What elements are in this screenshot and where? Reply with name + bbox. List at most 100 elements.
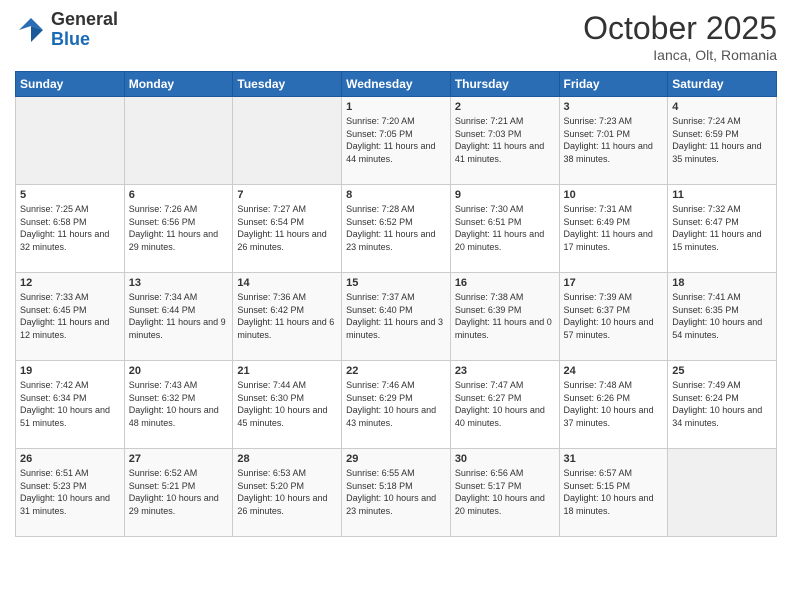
day-info: Sunrise: 7:48 AM Sunset: 6:26 PM Dayligh… [564, 379, 664, 429]
weekday-header-row: SundayMondayTuesdayWednesdayThursdayFrid… [16, 72, 777, 97]
day-number: 26 [20, 453, 120, 465]
calendar-cell: 20Sunrise: 7:43 AM Sunset: 6:32 PM Dayli… [124, 361, 233, 449]
day-info: Sunrise: 7:31 AM Sunset: 6:49 PM Dayligh… [564, 203, 664, 253]
calendar-week-row: 26 Sunrise: 6:51 AM Sunset: 5:23 PM Dayli… [16, 449, 777, 537]
weekday-header-wednesday: Wednesday [342, 72, 451, 97]
day-info: Sunrise: 7:20 AM Sunset: 7:05 PM Dayligh… [346, 115, 446, 165]
calendar-cell: 29Sunrise: 6:55 AM Sunset: 5:18 PM Dayli… [342, 449, 451, 537]
day-number: 23 [455, 365, 555, 377]
day-info: Sunrise: 7:28 AM Sunset: 6:52 PM Dayligh… [346, 203, 446, 253]
calendar-cell [668, 449, 777, 537]
day-info: Sunrise: 7:42 AM Sunset: 6:34 PM Dayligh… [20, 379, 120, 429]
day-number: 18 [672, 277, 772, 289]
weekday-header-saturday: Saturday [668, 72, 777, 97]
calendar-cell: 22Sunrise: 7:46 AM Sunset: 6:29 PM Dayli… [342, 361, 451, 449]
calendar-week-row: 5 Sunrise: 7:25 AM Sunset: 6:58 PM Daylig… [16, 185, 777, 273]
weekday-header-monday: Monday [124, 72, 233, 97]
day-number: 5 [20, 189, 120, 201]
day-number: 15 [346, 277, 446, 289]
day-info: Sunrise: 7:23 AM Sunset: 7:01 PM Dayligh… [564, 115, 664, 165]
day-info: Sunrise: 7:32 AM Sunset: 6:47 PM Dayligh… [672, 203, 772, 253]
day-info: Sunrise: 7:25 AM Sunset: 6:58 PM Dayligh… [20, 203, 120, 253]
weekday-header-thursday: Thursday [450, 72, 559, 97]
calendar-cell: 15Sunrise: 7:37 AM Sunset: 6:40 PM Dayli… [342, 273, 451, 361]
day-info: Sunrise: 7:47 AM Sunset: 6:27 PM Dayligh… [455, 379, 555, 429]
day-number: 30 [455, 453, 555, 465]
calendar-cell: 8 Sunrise: 7:28 AM Sunset: 6:52 PM Daylig… [342, 185, 451, 273]
day-number: 28 [237, 453, 337, 465]
calendar-cell: 23 Sunrise: 7:47 AM Sunset: 6:27 PM Dayli… [450, 361, 559, 449]
calendar-cell: 26 Sunrise: 6:51 AM Sunset: 5:23 PM Dayli… [16, 449, 125, 537]
day-info: Sunrise: 7:38 AM Sunset: 6:39 PM Dayligh… [455, 291, 555, 341]
day-number: 25 [672, 365, 772, 377]
calendar-cell: 18 Sunrise: 7:41 AM Sunset: 6:35 PM Dayli… [668, 273, 777, 361]
calendar-table: SundayMondayTuesdayWednesdayThursdayFrid… [15, 71, 777, 537]
calendar-cell: 1Sunrise: 7:20 AM Sunset: 7:05 PM Daylig… [342, 97, 451, 185]
calendar-cell [16, 97, 125, 185]
day-number: 21 [237, 365, 337, 377]
day-info: Sunrise: 7:24 AM Sunset: 6:59 PM Dayligh… [672, 115, 772, 165]
calendar-cell: 14 Sunrise: 7:36 AM Sunset: 6:42 PM Dayli… [233, 273, 342, 361]
calendar-cell: 28 Sunrise: 6:53 AM Sunset: 5:20 PM Dayli… [233, 449, 342, 537]
day-number: 11 [672, 189, 772, 201]
calendar-cell: 6 Sunrise: 7:26 AM Sunset: 6:56 PM Daylig… [124, 185, 233, 273]
day-info: Sunrise: 6:52 AM Sunset: 5:21 PM Dayligh… [129, 467, 229, 517]
weekday-header-friday: Friday [559, 72, 668, 97]
day-info: Sunrise: 6:51 AM Sunset: 5:23 PM Dayligh… [20, 467, 120, 517]
weekday-header-tuesday: Tuesday [233, 72, 342, 97]
day-info: Sunrise: 7:41 AM Sunset: 6:35 PM Dayligh… [672, 291, 772, 341]
day-info: Sunrise: 7:46 AM Sunset: 6:29 PM Dayligh… [346, 379, 446, 429]
calendar-cell: 7Sunrise: 7:27 AM Sunset: 6:54 PM Daylig… [233, 185, 342, 273]
calendar-cell: 19 Sunrise: 7:42 AM Sunset: 6:34 PM Dayli… [16, 361, 125, 449]
calendar-cell: 12Sunrise: 7:33 AM Sunset: 6:45 PM Dayli… [16, 273, 125, 361]
calendar-week-row: 19 Sunrise: 7:42 AM Sunset: 6:34 PM Dayli… [16, 361, 777, 449]
day-info: Sunrise: 7:33 AM Sunset: 6:45 PM Dayligh… [20, 291, 120, 341]
day-number: 14 [237, 277, 337, 289]
day-number: 24 [564, 365, 664, 377]
day-info: Sunrise: 7:36 AM Sunset: 6:42 PM Dayligh… [237, 291, 337, 341]
day-info: Sunrise: 7:49 AM Sunset: 6:24 PM Dayligh… [672, 379, 772, 429]
calendar-cell: 9Sunrise: 7:30 AM Sunset: 6:51 PM Daylig… [450, 185, 559, 273]
day-number: 16 [455, 277, 555, 289]
calendar-week-row: 1Sunrise: 7:20 AM Sunset: 7:05 PM Daylig… [16, 97, 777, 185]
calendar-cell: 13 Sunrise: 7:34 AM Sunset: 6:44 PM Dayli… [124, 273, 233, 361]
day-number: 10 [564, 189, 664, 201]
calendar-cell: 17Sunrise: 7:39 AM Sunset: 6:37 PM Dayli… [559, 273, 668, 361]
day-info: Sunrise: 6:53 AM Sunset: 5:20 PM Dayligh… [237, 467, 337, 517]
day-info: Sunrise: 7:44 AM Sunset: 6:30 PM Dayligh… [237, 379, 337, 429]
calendar-cell [233, 97, 342, 185]
logo-blue: Blue [51, 29, 90, 49]
day-info: Sunrise: 6:57 AM Sunset: 5:15 PM Dayligh… [564, 467, 664, 517]
header: General Blue October 2025 Ianca, Olt, Ro… [15, 10, 777, 63]
calendar-cell: 25 Sunrise: 7:49 AM Sunset: 6:24 PM Dayli… [668, 361, 777, 449]
month-title: October 2025 [583, 10, 777, 47]
day-number: 17 [564, 277, 664, 289]
day-info: Sunrise: 7:34 AM Sunset: 6:44 PM Dayligh… [129, 291, 229, 341]
calendar-cell: 27 Sunrise: 6:52 AM Sunset: 5:21 PM Dayli… [124, 449, 233, 537]
day-info: Sunrise: 7:26 AM Sunset: 6:56 PM Dayligh… [129, 203, 229, 253]
day-info: Sunrise: 7:21 AM Sunset: 7:03 PM Dayligh… [455, 115, 555, 165]
day-info: Sunrise: 7:43 AM Sunset: 6:32 PM Dayligh… [129, 379, 229, 429]
calendar-cell: 3Sunrise: 7:23 AM Sunset: 7:01 PM Daylig… [559, 97, 668, 185]
day-number: 27 [129, 453, 229, 465]
location-subtitle: Ianca, Olt, Romania [583, 47, 777, 63]
day-number: 4 [672, 101, 772, 113]
page-container: General Blue October 2025 Ianca, Olt, Ro… [0, 0, 792, 547]
day-number: 9 [455, 189, 555, 201]
weekday-header-sunday: Sunday [16, 72, 125, 97]
calendar-cell: 5 Sunrise: 7:25 AM Sunset: 6:58 PM Daylig… [16, 185, 125, 273]
day-number: 19 [20, 365, 120, 377]
day-number: 6 [129, 189, 229, 201]
day-number: 13 [129, 277, 229, 289]
logo: General Blue [15, 10, 118, 50]
day-number: 8 [346, 189, 446, 201]
day-number: 7 [237, 189, 337, 201]
title-block: October 2025 Ianca, Olt, Romania [583, 10, 777, 63]
calendar-cell: 31Sunrise: 6:57 AM Sunset: 5:15 PM Dayli… [559, 449, 668, 537]
logo-general: General [51, 9, 118, 29]
day-info: Sunrise: 6:56 AM Sunset: 5:17 PM Dayligh… [455, 467, 555, 517]
logo-text: General Blue [51, 10, 118, 50]
day-number: 2 [455, 101, 555, 113]
calendar-cell: 24 Sunrise: 7:48 AM Sunset: 6:26 PM Dayli… [559, 361, 668, 449]
logo-icon [15, 14, 47, 46]
